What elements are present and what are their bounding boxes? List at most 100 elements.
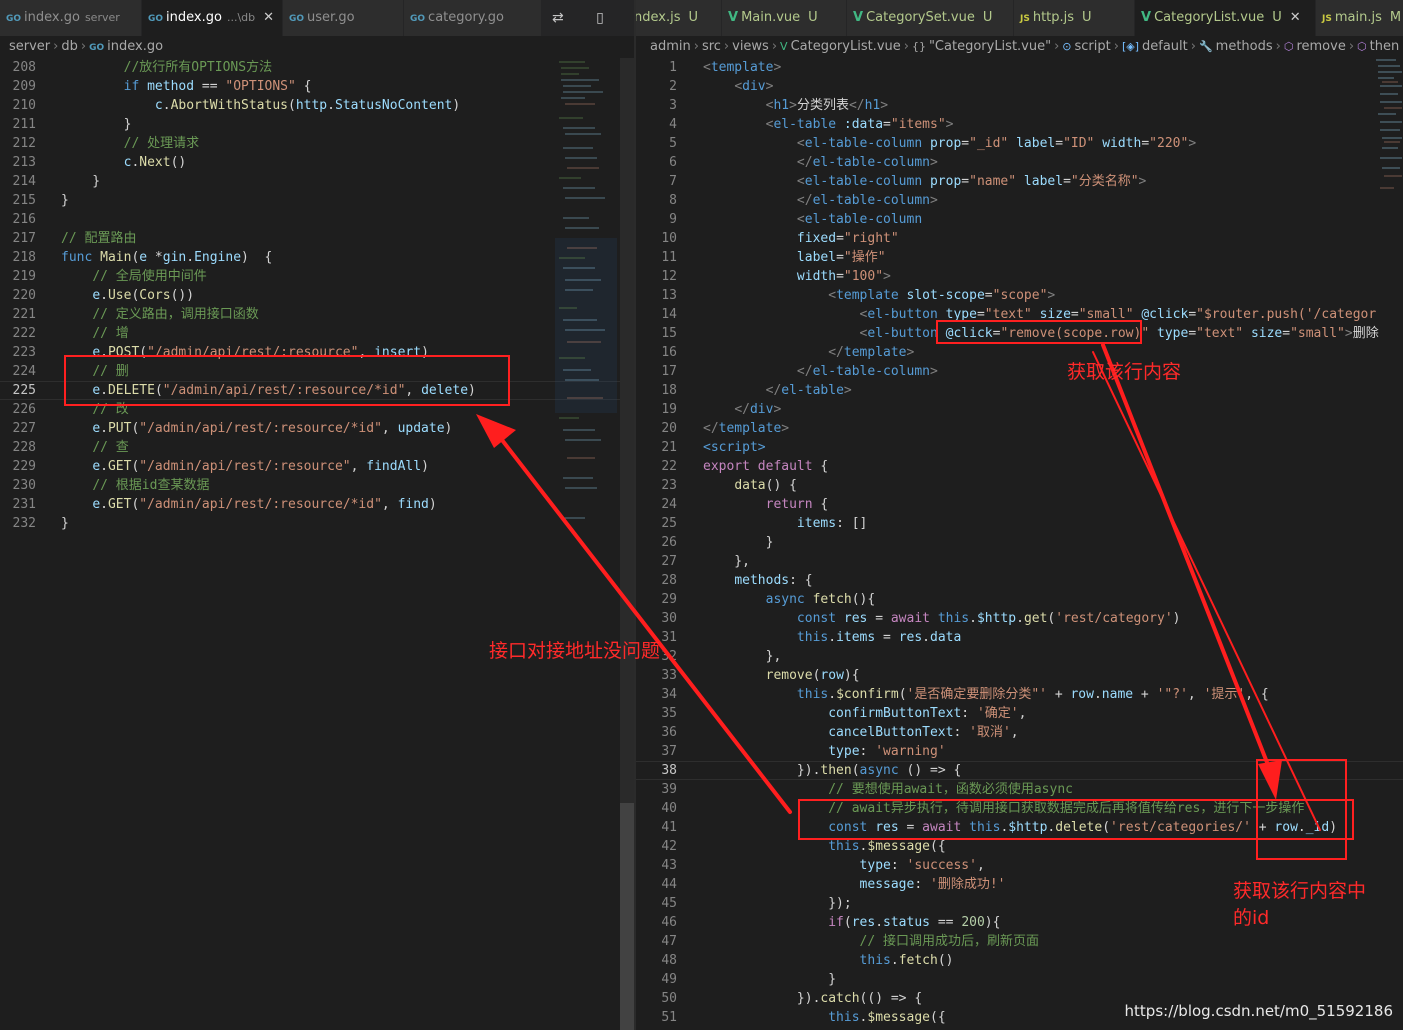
code-line[interactable]: 40 // await异步执行，待调用接口获取数据完成后再将值传给res，进行下… (636, 799, 1403, 818)
code-line[interactable]: 16 </template> (636, 343, 1403, 362)
code-line[interactable]: 7 <el-table-column prop="name" label="分类… (636, 172, 1403, 191)
code-line[interactable]: 230 // 根据id查某数据 (0, 476, 634, 495)
editor-actions[interactable]: ⇄ ▯ ⋯ (542, 0, 634, 36)
code-line[interactable]: 26 } (636, 533, 1403, 552)
tab-main-vue[interactable]: V Main.vue U (722, 0, 847, 36)
code-line[interactable]: 225 e.DELETE("/admin/api/rest/:resource/… (0, 381, 634, 400)
tab-main-js[interactable]: JS main.js M (1316, 0, 1403, 36)
breadcrumb-item[interactable]: views (732, 39, 769, 54)
breadcrumb-item[interactable]: then (1370, 39, 1400, 54)
code-line[interactable]: 208 //放行所有OPTIONS方法 (0, 58, 634, 77)
code-line[interactable]: 20 </template> (636, 419, 1403, 438)
code-line[interactable]: 228 // 查 (0, 438, 634, 457)
code-line[interactable]: 215} (0, 191, 634, 210)
code-line[interactable]: 6 </el-table-column> (636, 153, 1403, 172)
tab-index-go-db[interactable]: GO index.go ...\db ✕ (142, 0, 283, 36)
breadcrumb-item[interactable]: admin (650, 39, 691, 54)
code-line[interactable]: 47 // 接口调用成功后，刷新页面 (636, 932, 1403, 951)
minimap[interactable] (1376, 58, 1403, 528)
code-line[interactable]: 41 const res = await this.$http.delete('… (636, 818, 1403, 837)
code-line[interactable]: 27 }, (636, 552, 1403, 571)
code-line[interactable]: 28 methods: { (636, 571, 1403, 590)
code-line[interactable]: 4 <el-table :data="items"> (636, 115, 1403, 134)
tab-user-go[interactable]: GO user.go (283, 0, 404, 36)
breadcrumb-item[interactable]: CategoryList.vue (791, 39, 901, 54)
code-line[interactable]: 21 <script> (636, 438, 1403, 457)
breadcrumb-item[interactable]: methods (1216, 39, 1273, 54)
code-line[interactable]: 224 // 删 (0, 362, 634, 381)
code-line[interactable]: 22 export default { (636, 457, 1403, 476)
code-line[interactable]: 10 fixed="right" (636, 229, 1403, 248)
tab-index-js[interactable]: ndex.js U (636, 0, 722, 36)
code-line[interactable]: 217 // 配置路由 (0, 229, 634, 248)
breadcrumb-item[interactable]: remove (1296, 39, 1345, 54)
code-line[interactable]: 226 // 改 (0, 400, 634, 419)
breadcrumb-item[interactable]: default (1142, 39, 1188, 54)
minimap[interactable] (555, 58, 617, 528)
code-line[interactable]: 213 c.Next() (0, 153, 634, 172)
code-line[interactable]: 1 <template> (636, 58, 1403, 77)
code-line[interactable]: 15 <el-button @click="remove(scope.row)"… (636, 324, 1403, 343)
code-line[interactable]: 34 this.$confirm('是否确定要删除分类"' + row.name… (636, 685, 1403, 704)
code-line[interactable]: 17 </el-table-column> (636, 362, 1403, 381)
breadcrumb-item[interactable]: script (1075, 39, 1111, 54)
code-editor[interactable]: 208 //放行所有OPTIONS方法 209 if method == "OPT… (0, 58, 634, 1030)
code-line[interactable]: 43 type: 'success', (636, 856, 1403, 875)
code-line[interactable]: 11 label="操作" (636, 248, 1403, 267)
code-line[interactable]: 221 // 定义路由，调用接口函数 (0, 305, 634, 324)
code-line[interactable]: 14 <el-button type="text" size="small" @… (636, 305, 1403, 324)
code-line[interactable]: 218 func Main(e *gin.Engine) { (0, 248, 634, 267)
code-line[interactable]: 232} (0, 514, 634, 533)
code-line[interactable]: 49 } (636, 970, 1403, 989)
code-line[interactable]: 3 <h1>分类列表</h1> (636, 96, 1403, 115)
code-line[interactable]: 38 }).then(async () => { (636, 761, 1403, 780)
code-line[interactable]: 24 return { (636, 495, 1403, 514)
breadcrumb-item[interactable]: server (9, 39, 50, 54)
code-line[interactable]: 18 </el-table> (636, 381, 1403, 400)
code-line[interactable]: 25 items: [] (636, 514, 1403, 533)
vertical-scrollbar[interactable] (620, 58, 634, 1030)
code-line[interactable]: 48 this.fetch() (636, 951, 1403, 970)
code-line[interactable]: 209 if method == "OPTIONS" { (0, 77, 634, 96)
code-line[interactable]: 223 e.POST("/admin/api/rest/:resource", … (0, 343, 634, 362)
code-line[interactable]: 13 <template slot-scope="scope"> (636, 286, 1403, 305)
tab-categorylist-vue[interactable]: V CategoryList.vue U ✕ (1135, 0, 1316, 36)
code-line[interactable]: 212 // 处理请求 (0, 134, 634, 153)
code-line[interactable]: 32 }, (636, 647, 1403, 666)
close-icon[interactable]: ✕ (263, 10, 274, 25)
code-line[interactable]: 30 const res = await this.$http.get('res… (636, 609, 1403, 628)
code-line[interactable]: 8 </el-table-column> (636, 191, 1403, 210)
code-line[interactable]: 29 async fetch(){ (636, 590, 1403, 609)
code-line[interactable]: 2 <div> (636, 77, 1403, 96)
code-line[interactable]: 216 (0, 210, 634, 229)
breadcrumb-item[interactable]: "CategoryList.vue" (929, 39, 1051, 54)
code-line[interactable]: 31 this.items = res.data (636, 628, 1403, 647)
breadcrumb-item[interactable]: db (61, 39, 78, 54)
code-line[interactable]: 222 // 增 (0, 324, 634, 343)
code-line[interactable]: 33 remove(row){ (636, 666, 1403, 685)
tab-index-go-server[interactable]: GO index.go server (0, 0, 142, 36)
code-line[interactable]: 36 cancelButtonText: '取消', (636, 723, 1403, 742)
code-line[interactable]: 229 e.GET("/admin/api/rest/:resource", f… (0, 457, 634, 476)
code-line[interactable]: 210 c.AbortWithStatus(http.StatusNoConte… (0, 96, 634, 115)
tab-http-js[interactable]: JS http.js U (1014, 0, 1135, 36)
code-line[interactable]: 9 <el-table-column (636, 210, 1403, 229)
code-line[interactable]: 211 } (0, 115, 634, 134)
tab-category-go[interactable]: GO category.go (404, 0, 542, 36)
code-line[interactable]: 219 // 全局使用中间件 (0, 267, 634, 286)
breadcrumb-item[interactable]: src (702, 39, 721, 54)
tab-categoryset-vue[interactable]: V CategorySet.vue U (847, 0, 1014, 36)
code-line[interactable]: 19 </div> (636, 400, 1403, 419)
code-line[interactable]: 231 e.GET("/admin/api/rest/:resource/*id… (0, 495, 634, 514)
code-line[interactable]: 220 e.Use(Cors()) (0, 286, 634, 305)
close-icon[interactable]: ✕ (1290, 10, 1301, 25)
code-line[interactable]: 12 width="100"> (636, 267, 1403, 286)
code-line[interactable]: 214 } (0, 172, 634, 191)
code-line[interactable]: 23 data() { (636, 476, 1403, 495)
code-line[interactable]: 37 type: 'warning' (636, 742, 1403, 761)
code-line[interactable]: 35 confirmButtonText: '确定', (636, 704, 1403, 723)
breadcrumb-item[interactable]: index.go (107, 39, 163, 54)
code-line[interactable]: 42 this.$message({ (636, 837, 1403, 856)
code-line[interactable]: 227 e.PUT("/admin/api/rest/:resource/*id… (0, 419, 634, 438)
scrollbar-thumb[interactable] (620, 803, 634, 1030)
